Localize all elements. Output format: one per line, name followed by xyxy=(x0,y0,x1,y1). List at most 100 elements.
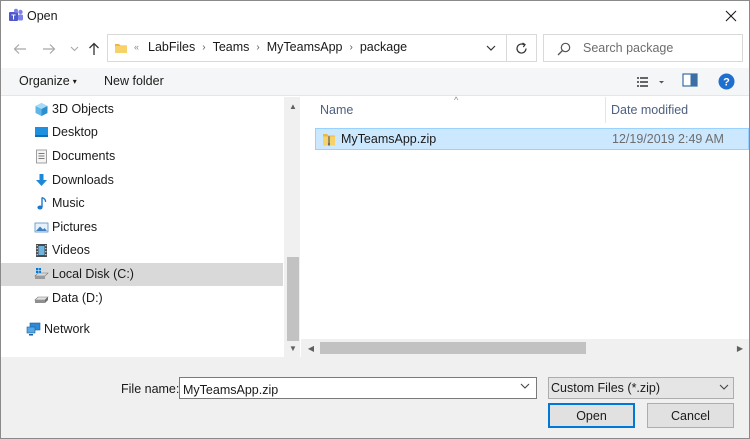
chevron-down-icon xyxy=(486,45,496,51)
arrow-right-icon xyxy=(43,44,56,54)
file-type-dropdown[interactable]: Custom Files (*.zip) xyxy=(548,377,734,399)
breadcrumb-item-teams[interactable]: Teams xyxy=(213,40,250,54)
cancel-button[interactable]: Cancel xyxy=(647,403,734,428)
forward-button[interactable] xyxy=(38,38,60,60)
folder-icon xyxy=(115,44,127,53)
preview-pane-icon xyxy=(682,73,698,87)
sidebar-item-label: 3D Objects xyxy=(52,102,114,116)
table-row[interactable]: MyTeamsApp.zip 12/19/2019 2:49 AM xyxy=(315,128,749,150)
sidebar-item-pictures[interactable]: Pictures xyxy=(1,216,283,239)
window-title: Open xyxy=(27,9,58,23)
documents-icon xyxy=(36,149,47,164)
sidebar-item-label: Downloads xyxy=(52,173,114,187)
arrow-up-icon xyxy=(89,42,99,55)
sidebar-item-label: Documents xyxy=(52,149,116,163)
sidebar-item-music[interactable]: Music xyxy=(1,192,283,215)
svg-text:T: T xyxy=(11,15,16,22)
preview-pane-button[interactable] xyxy=(682,73,700,90)
music-icon xyxy=(37,196,47,210)
search-box[interactable]: Search package xyxy=(543,34,743,62)
dialog-footer: File name: Custom Files (*.zip) Open Can… xyxy=(1,357,749,438)
scroll-right-arrow-icon[interactable]: ▶ xyxy=(735,343,745,353)
new-folder-button[interactable]: New folder xyxy=(104,74,164,88)
sidebar-item-network[interactable]: Network xyxy=(1,318,283,341)
back-button[interactable] xyxy=(9,38,31,60)
breadcrumb-separator-icon: › xyxy=(202,41,206,53)
refresh-button[interactable] xyxy=(507,34,537,62)
open-file-dialog: T Open « LabFiles › Teams › MyTeamsApp ›… xyxy=(0,0,750,439)
file-name-history-button[interactable] xyxy=(520,381,530,391)
organize-button[interactable]: Organize ▾ xyxy=(19,74,77,88)
organize-label: Organize xyxy=(19,74,70,88)
recent-locations-button[interactable] xyxy=(63,38,85,60)
sidebar-item-label: Music xyxy=(52,196,85,210)
help-button[interactable]: ? xyxy=(718,73,736,91)
search-icon xyxy=(557,42,571,56)
file-list-horizontal-scrollbar[interactable]: ◀ ▶ xyxy=(301,339,749,357)
chevron-down-icon xyxy=(520,383,530,389)
navigation-pane: 3D Objects Desktop Documents Downloads M… xyxy=(1,97,283,357)
sidebar-item-videos[interactable]: Videos xyxy=(1,239,283,262)
breadcrumb-item-package[interactable]: package xyxy=(360,40,407,54)
breadcrumb-item-myteamsapp[interactable]: MyTeamsApp xyxy=(267,40,343,54)
downloads-icon xyxy=(36,174,47,186)
close-icon xyxy=(725,10,737,22)
sidebar-item-local-disk[interactable]: Local Disk (C:) xyxy=(1,263,283,286)
zip-folder-icon xyxy=(323,134,335,146)
column-header-date-modified[interactable]: Date modified xyxy=(611,103,688,117)
network-icon xyxy=(26,322,41,336)
file-name-label: File name: xyxy=(121,382,180,396)
file-date-modified: 12/19/2019 2:49 AM xyxy=(612,132,724,146)
breadcrumb: LabFiles › Teams › MyTeamsApp › package xyxy=(148,40,407,54)
drive-icon xyxy=(34,296,49,303)
file-name: MyTeamsApp.zip xyxy=(341,132,437,146)
close-button[interactable] xyxy=(713,1,749,31)
scroll-down-arrow-icon[interactable]: ▼ xyxy=(288,343,298,353)
scroll-up-arrow-icon[interactable]: ▲ xyxy=(288,101,298,111)
address-dropdown-button[interactable] xyxy=(482,39,500,57)
command-bar: Organize ▾ New folder ? xyxy=(1,68,749,96)
file-list: ^ Name Date modified MyTeamsApp.zip 12/1… xyxy=(301,95,749,357)
sidebar-item-documents[interactable]: Documents xyxy=(1,145,283,168)
scroll-left-arrow-icon[interactable]: ◀ xyxy=(306,343,316,353)
3d-objects-icon xyxy=(35,103,48,116)
refresh-icon xyxy=(516,41,527,54)
sidebar-item-desktop[interactable]: Desktop xyxy=(1,121,283,144)
svg-text:?: ? xyxy=(723,77,730,89)
overflow-chevron-icon: « xyxy=(134,42,140,52)
column-header-name[interactable]: Name xyxy=(320,103,353,117)
file-type-value: Custom Files (*.zip) xyxy=(551,381,661,395)
address-bar[interactable]: « LabFiles › Teams › MyTeamsApp › packag… xyxy=(107,34,507,62)
sort-ascending-icon: ^ xyxy=(454,95,459,105)
breadcrumb-separator-icon: › xyxy=(256,41,260,53)
sidebar-item-data-drive[interactable]: Data (D:) xyxy=(1,287,283,310)
sidebar-item-label: Videos xyxy=(52,243,90,257)
videos-icon xyxy=(36,244,47,257)
help-icon: ? xyxy=(718,73,735,90)
scrollbar-thumb[interactable] xyxy=(287,257,299,341)
breadcrumb-separator-icon: › xyxy=(349,41,353,53)
sidebar-item-downloads[interactable]: Downloads xyxy=(1,169,283,192)
column-divider[interactable] xyxy=(605,97,606,123)
chevron-down-icon xyxy=(70,46,78,52)
file-name-input[interactable] xyxy=(179,377,537,399)
teams-app-icon: T xyxy=(9,8,23,22)
sidebar-item-label: Pictures xyxy=(52,220,98,234)
sidebar-item-label: Data (D:) xyxy=(52,291,103,305)
caret-down-icon: ▾ xyxy=(72,77,77,87)
breadcrumb-item-labfiles[interactable]: LabFiles xyxy=(148,40,195,54)
desktop-icon xyxy=(35,127,48,137)
chevron-down-icon xyxy=(719,382,729,392)
sidebar-item-label: Network xyxy=(44,322,90,336)
view-options-button[interactable] xyxy=(635,74,667,90)
title-bar: T Open xyxy=(1,1,749,31)
arrow-left-icon xyxy=(13,44,26,54)
search-input[interactable]: Search package xyxy=(583,41,673,55)
up-button[interactable] xyxy=(83,38,105,60)
pictures-icon xyxy=(34,222,49,233)
sidebar-item-3d-objects[interactable]: 3D Objects xyxy=(1,98,283,121)
details-view-icon xyxy=(637,77,664,87)
navigation-pane-scrollbar[interactable]: ▲ ▼ xyxy=(284,97,300,357)
open-button[interactable]: Open xyxy=(548,403,635,428)
scrollbar-thumb[interactable] xyxy=(320,342,586,354)
